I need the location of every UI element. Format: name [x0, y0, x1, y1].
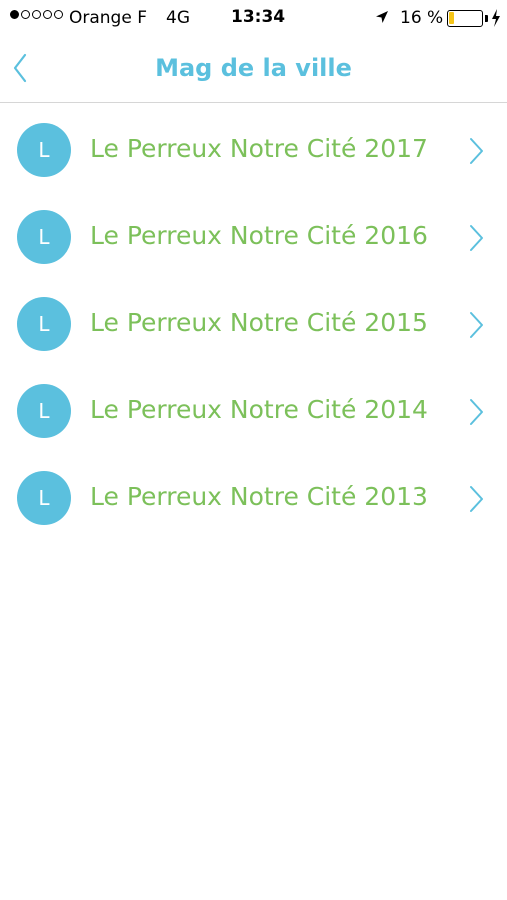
- battery-level-fill: [449, 12, 454, 24]
- list-item[interactable]: L Le Perreux Notre Cité 2016: [0, 191, 507, 278]
- list-item-label: Le Perreux Notre Cité 2014: [90, 395, 428, 424]
- list-item-label: Le Perreux Notre Cité 2016: [90, 221, 428, 250]
- chevron-right-icon: [470, 312, 483, 338]
- location-arrow-icon: [376, 11, 388, 23]
- battery-nub: [485, 15, 488, 22]
- chevron-right-icon: [470, 138, 483, 164]
- signal-dot: [10, 10, 19, 19]
- chevron-right-icon: [470, 486, 483, 512]
- signal-dot: [21, 10, 30, 19]
- page-title: Mag de la ville: [155, 54, 352, 82]
- list-item-label: Le Perreux Notre Cité 2013: [90, 482, 428, 511]
- chevron-right-icon: [470, 399, 483, 425]
- navigation-bar: Mag de la ville: [0, 36, 507, 103]
- list-item-label: Le Perreux Notre Cité 2017: [90, 134, 428, 163]
- network-type: 4G: [166, 8, 190, 28]
- chevron-right-icon: [470, 225, 483, 251]
- charging-bolt-icon: [492, 9, 500, 27]
- signal-dot: [32, 10, 41, 19]
- list-item[interactable]: L Le Perreux Notre Cité 2014: [0, 365, 507, 452]
- status-bar: Orange F 4G 13:34 16 %: [0, 0, 507, 36]
- list-item[interactable]: L Le Perreux Notre Cité 2013: [0, 452, 507, 539]
- battery-icon: [447, 10, 483, 27]
- list-item[interactable]: L Le Perreux Notre Cité 2017: [0, 104, 507, 191]
- avatar: L: [17, 123, 71, 177]
- avatar: L: [17, 297, 71, 351]
- signal-dot: [43, 10, 52, 19]
- list-item[interactable]: L Le Perreux Notre Cité 2015: [0, 278, 507, 365]
- avatar: L: [17, 384, 71, 438]
- clock: 13:34: [231, 7, 286, 27]
- signal-strength-icon: [10, 10, 63, 19]
- signal-dot: [54, 10, 63, 19]
- carrier-name: Orange F: [69, 8, 147, 28]
- battery-percentage: 16 %: [400, 8, 444, 28]
- list-item-label: Le Perreux Notre Cité 2015: [90, 308, 428, 337]
- screen: Orange F 4G 13:34 16 % Mag de la ville L…: [0, 0, 507, 900]
- avatar: L: [17, 210, 71, 264]
- magazine-list: L Le Perreux Notre Cité 2017 L Le Perreu…: [0, 104, 507, 539]
- avatar: L: [17, 471, 71, 525]
